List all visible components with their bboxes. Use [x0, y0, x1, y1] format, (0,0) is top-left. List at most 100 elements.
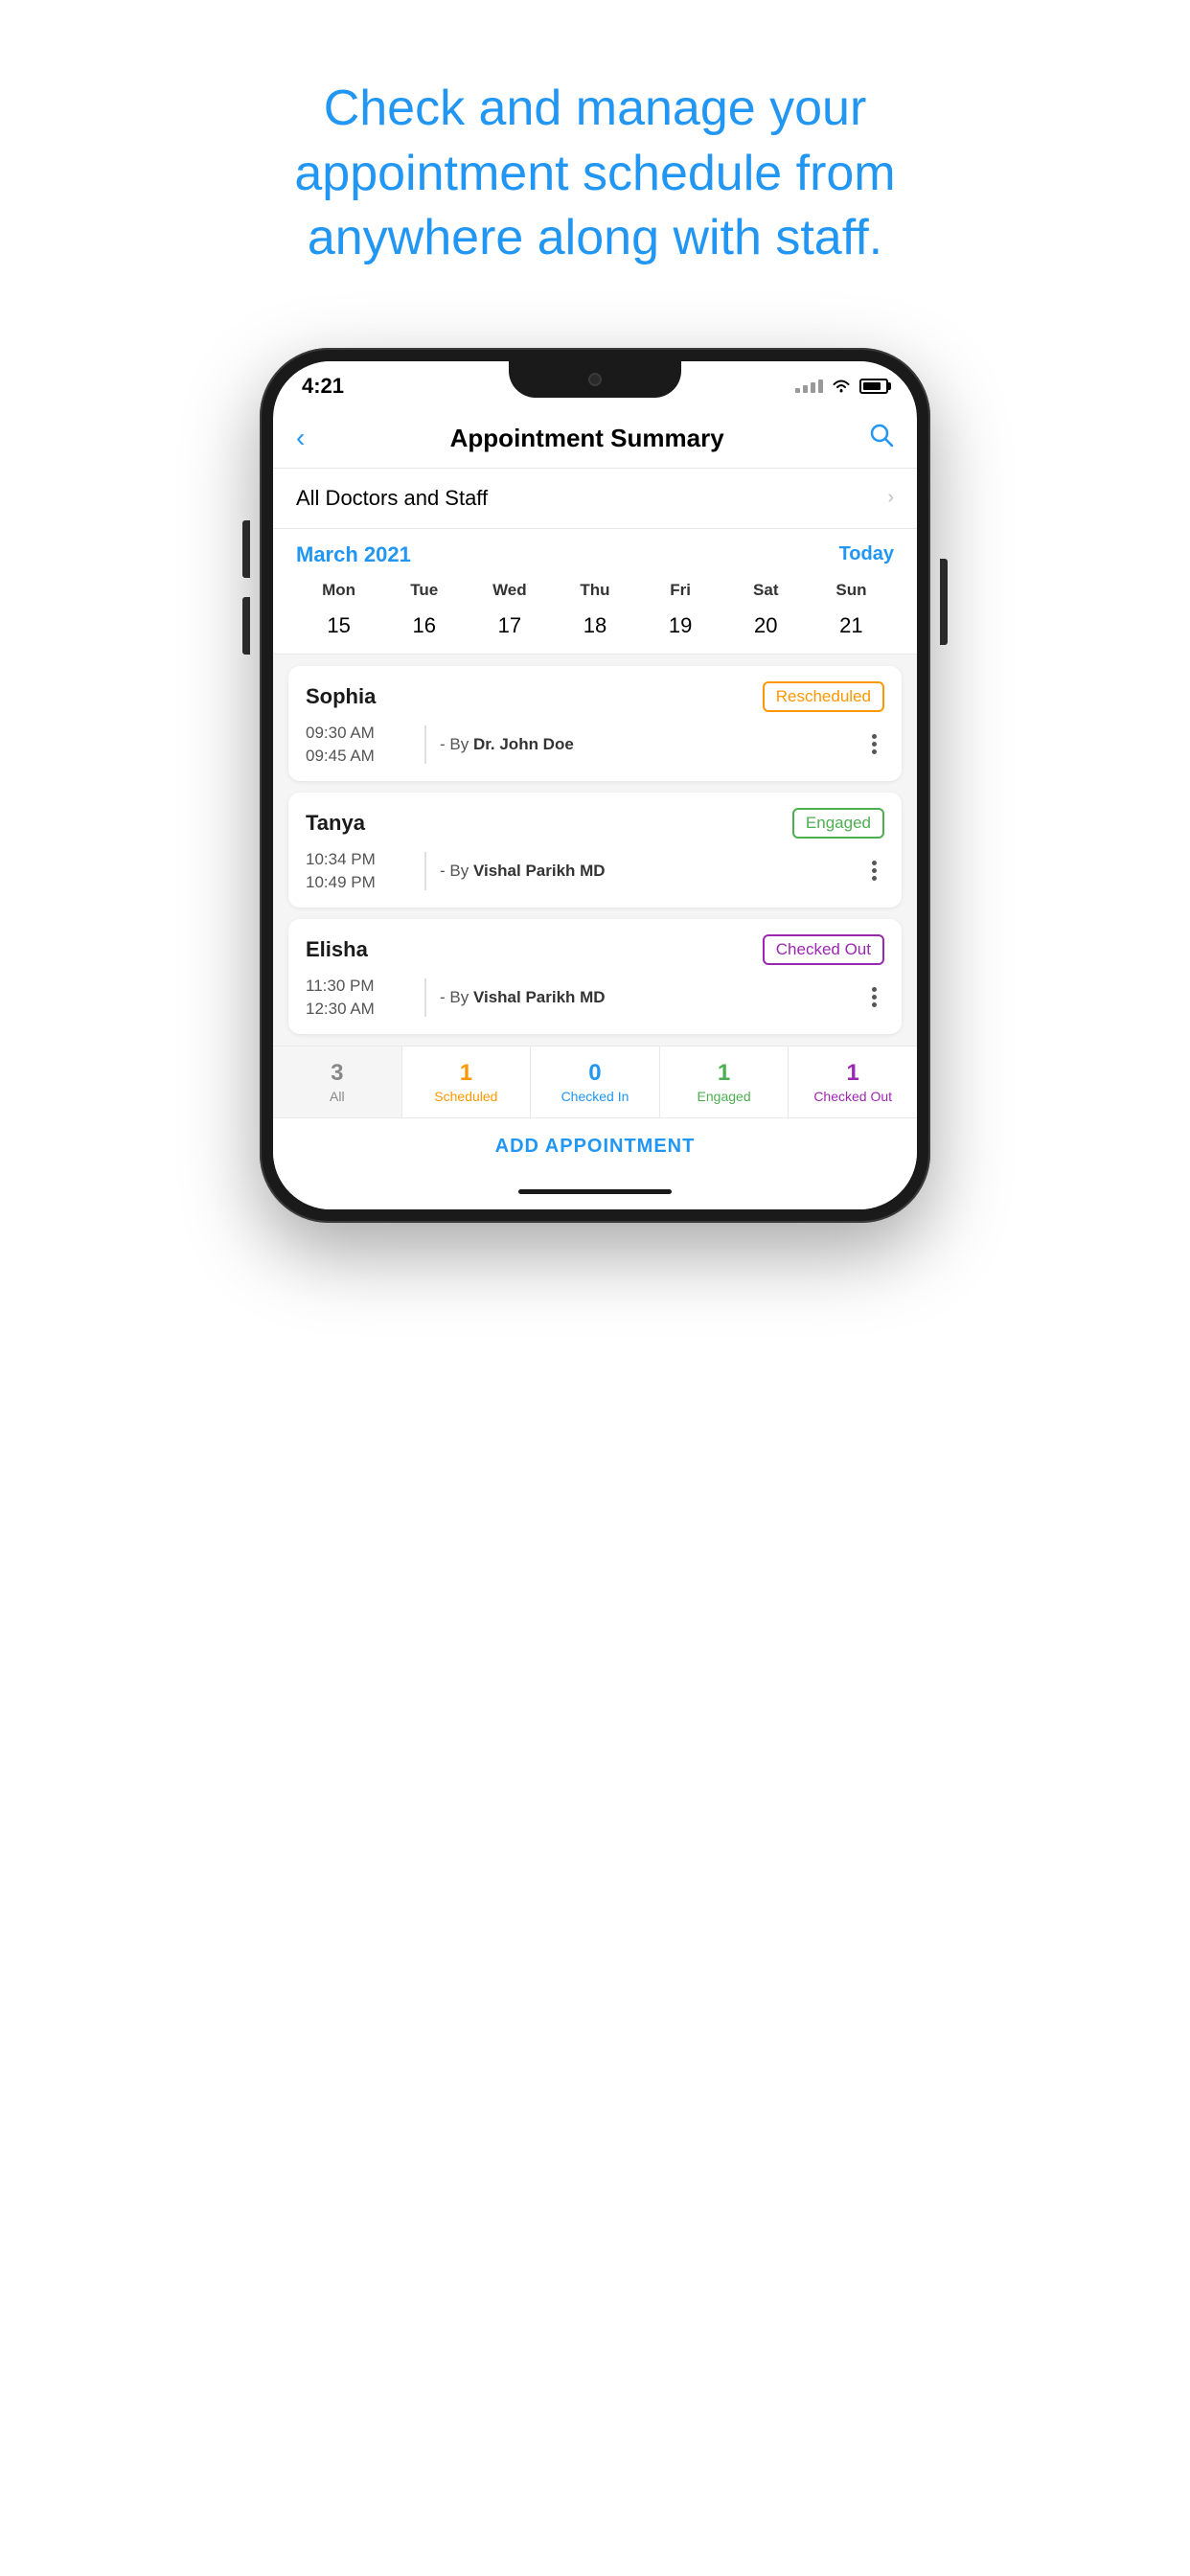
promo-text: Check and manage your appointment schedu… — [164, 77, 1026, 271]
day-header-thu: Thu — [552, 581, 637, 600]
page-title: Appointment Summary — [450, 424, 724, 453]
summary-count-checked-in: 0 — [538, 1060, 652, 1087]
day-header-wed: Wed — [467, 581, 552, 600]
appt-times-tanya: 10:34 PM 10:49 PM — [306, 850, 411, 892]
status-badge-rescheduled: Rescheduled — [763, 681, 884, 712]
summary-label-scheduled: Scheduled — [410, 1089, 523, 1104]
summary-label-checked-in: Checked In — [538, 1089, 652, 1104]
home-bar — [518, 1189, 672, 1194]
summary-bar: 3 All 1 Scheduled 0 Checked In 1 Engaged… — [273, 1046, 917, 1117]
summary-count-checked-out: 1 — [796, 1060, 909, 1087]
more-button-sophia[interactable] — [864, 730, 884, 758]
note-elisha: - — [440, 988, 449, 1006]
summary-count-scheduled: 1 — [410, 1060, 523, 1087]
more-button-tanya[interactable] — [864, 857, 884, 885]
status-badge-engaged: Engaged — [792, 808, 884, 839]
app-header: ‹ Appointment Summary — [273, 411, 917, 469]
appt-bottom-tanya: 10:34 PM 10:49 PM - By Vishal Parikh MD — [306, 850, 884, 892]
appt-detail-elisha: - By Vishal Parikh MD — [440, 988, 864, 1007]
patient-name-tanya: Tanya — [306, 811, 365, 836]
status-icons — [795, 379, 888, 394]
day-header-fri: Fri — [638, 581, 723, 600]
by-label-sophia: By — [449, 735, 473, 753]
appointments-list: Sophia Rescheduled 09:30 AM 09:45 AM - B… — [273, 655, 917, 1046]
add-appointment-section: ADD APPOINTMENT — [273, 1117, 917, 1175]
day-header-tue: Tue — [381, 581, 467, 600]
appt-top-elisha: Elisha Checked Out — [306, 934, 884, 965]
camera — [588, 373, 602, 386]
doctor-name-tanya: Vishal Parikh MD — [473, 862, 606, 880]
notch — [509, 361, 681, 398]
appt-top-sophia: Sophia Rescheduled — [306, 681, 884, 712]
appt-top-tanya: Tanya Engaged — [306, 808, 884, 839]
end-time-elisha: 12:30 AM — [306, 1000, 411, 1019]
phone-screen: 4:21 — [273, 361, 917, 1209]
signal-icon — [795, 380, 823, 393]
appointment-card-sophia: Sophia Rescheduled 09:30 AM 09:45 AM - B… — [288, 666, 902, 781]
summary-checked-in[interactable]: 0 Checked In — [531, 1046, 660, 1117]
status-bar: 4:21 — [273, 361, 917, 411]
summary-count-engaged: 1 — [668, 1060, 781, 1087]
home-indicator — [273, 1175, 917, 1209]
summary-all[interactable]: 3 All — [273, 1046, 402, 1117]
date-17[interactable]: 17 — [467, 608, 552, 644]
more-button-elisha[interactable] — [864, 983, 884, 1011]
wifi-icon — [831, 379, 852, 394]
appt-divider-elisha — [424, 978, 426, 1017]
volume-down-button — [242, 520, 250, 578]
appt-bottom-elisha: 11:30 PM 12:30 AM - By Vishal Parikh MD — [306, 977, 884, 1019]
note-sophia: - — [440, 735, 449, 753]
appt-divider — [424, 725, 426, 764]
appointment-card-elisha: Elisha Checked Out 11:30 PM 12:30 AM - B… — [288, 919, 902, 1034]
status-badge-checked-out: Checked Out — [763, 934, 884, 965]
appt-times-elisha: 11:30 PM 12:30 AM — [306, 977, 411, 1019]
volume-up-button — [242, 597, 250, 655]
date-18[interactable]: 18 — [552, 608, 637, 644]
patient-name-elisha: Elisha — [306, 937, 368, 962]
appt-divider-tanya — [424, 852, 426, 890]
back-button[interactable]: ‹ — [296, 423, 305, 453]
today-button[interactable]: Today — [839, 543, 894, 565]
summary-label-engaged: Engaged — [668, 1089, 781, 1104]
doctor-name-sophia: Dr. John Doe — [473, 735, 574, 753]
power-button — [940, 559, 948, 645]
date-19[interactable]: 19 — [638, 608, 723, 644]
date-16[interactable]: 16 — [381, 608, 467, 644]
calendar-header: March 2021 Today — [296, 542, 894, 567]
battery-icon — [859, 379, 888, 394]
date-20[interactable]: 20 — [723, 608, 809, 644]
search-button[interactable] — [869, 423, 894, 454]
date-21[interactable]: 21 — [809, 608, 894, 644]
appointment-card-tanya: Tanya Engaged 10:34 PM 10:49 PM - By Vis… — [288, 793, 902, 908]
chevron-right-icon: › — [887, 487, 894, 509]
start-time-sophia: 09:30 AM — [306, 724, 411, 743]
end-time-tanya: 10:49 PM — [306, 873, 411, 892]
date-15[interactable]: 15 — [296, 608, 381, 644]
staff-selector[interactable]: All Doctors and Staff › — [273, 469, 917, 529]
day-header-mon: Mon — [296, 581, 381, 600]
summary-checked-out[interactable]: 1 Checked Out — [789, 1046, 917, 1117]
note-tanya: - — [440, 862, 449, 880]
staff-name-label: All Doctors and Staff — [296, 486, 488, 511]
patient-name-sophia: Sophia — [306, 684, 376, 709]
phone-frame: 4:21 — [260, 348, 930, 1223]
date-19-selected: 19 — [669, 613, 692, 637]
summary-label-checked-out: Checked Out — [796, 1089, 909, 1104]
appt-detail-tanya: - By Vishal Parikh MD — [440, 862, 864, 881]
appt-bottom-sophia: 09:30 AM 09:45 AM - By Dr. John Doe — [306, 724, 884, 766]
summary-count-all: 3 — [281, 1060, 394, 1087]
add-appointment-button[interactable]: ADD APPOINTMENT — [495, 1136, 696, 1157]
calendar-section: March 2021 Today Mon Tue Wed Thu Fri Sat… — [273, 529, 917, 655]
day-header-sun: Sun — [809, 581, 894, 600]
calendar-dates: 15 16 17 18 19 20 21 — [296, 608, 894, 644]
summary-label-all: All — [281, 1089, 394, 1104]
appt-detail-sophia: - By Dr. John Doe — [440, 735, 864, 754]
calendar-day-headers: Mon Tue Wed Thu Fri Sat Sun — [296, 581, 894, 600]
doctor-name-elisha: Vishal Parikh MD — [473, 988, 606, 1006]
end-time-sophia: 09:45 AM — [306, 747, 411, 766]
start-time-tanya: 10:34 PM — [306, 850, 411, 869]
status-time: 4:21 — [302, 374, 344, 399]
summary-engaged[interactable]: 1 Engaged — [660, 1046, 790, 1117]
summary-scheduled[interactable]: 1 Scheduled — [402, 1046, 532, 1117]
by-label-tanya: By — [449, 862, 473, 880]
